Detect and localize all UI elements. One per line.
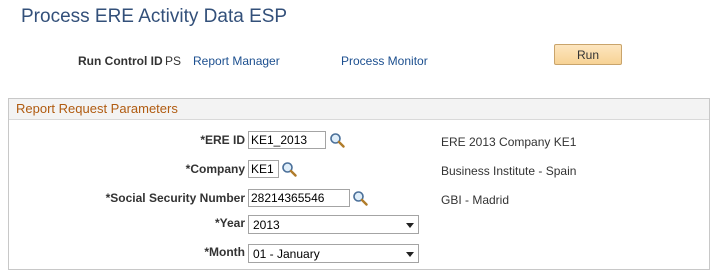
page-title: Process ERE Activity Data ESP bbox=[21, 6, 288, 27]
ere-id-input[interactable] bbox=[248, 131, 326, 149]
chevron-down-icon bbox=[406, 252, 414, 257]
company-input[interactable] bbox=[248, 160, 279, 178]
report-request-parameters-group: Report Request Parameters *ERE ID ERE 20… bbox=[8, 98, 710, 270]
process-monitor-link[interactable]: Process Monitor bbox=[341, 54, 428, 68]
report-manager-link[interactable]: Report Manager bbox=[193, 54, 280, 68]
run-control-value: PS bbox=[165, 54, 182, 68]
year-select[interactable]: 2013 bbox=[248, 215, 419, 234]
year-selected-value: 2013 bbox=[253, 218, 280, 232]
month-label: *Month bbox=[204, 245, 245, 259]
ere-id-lookup-icon[interactable] bbox=[329, 132, 345, 148]
group-header: Report Request Parameters bbox=[9, 99, 709, 120]
ssn-description: GBI - Madrid bbox=[441, 193, 510, 207]
month-selected-value: 01 - January bbox=[253, 247, 320, 261]
company-description: Business Institute - Spain bbox=[441, 164, 577, 178]
month-select[interactable]: 01 - January bbox=[248, 244, 419, 263]
company-label: *Company bbox=[185, 162, 245, 176]
company-lookup-icon[interactable] bbox=[281, 161, 297, 177]
chevron-down-icon bbox=[406, 223, 414, 228]
run-button[interactable]: Run bbox=[554, 44, 622, 65]
year-label: *Year bbox=[214, 216, 245, 230]
run-control-label: Run Control ID bbox=[78, 54, 163, 68]
ssn-input[interactable] bbox=[248, 189, 350, 207]
ere-id-label: *ERE ID bbox=[200, 133, 245, 147]
ssn-lookup-icon[interactable] bbox=[352, 190, 368, 206]
ere-id-description: ERE 2013 Company KE1 bbox=[441, 135, 577, 149]
ssn-label: *Social Security Number bbox=[105, 191, 245, 205]
